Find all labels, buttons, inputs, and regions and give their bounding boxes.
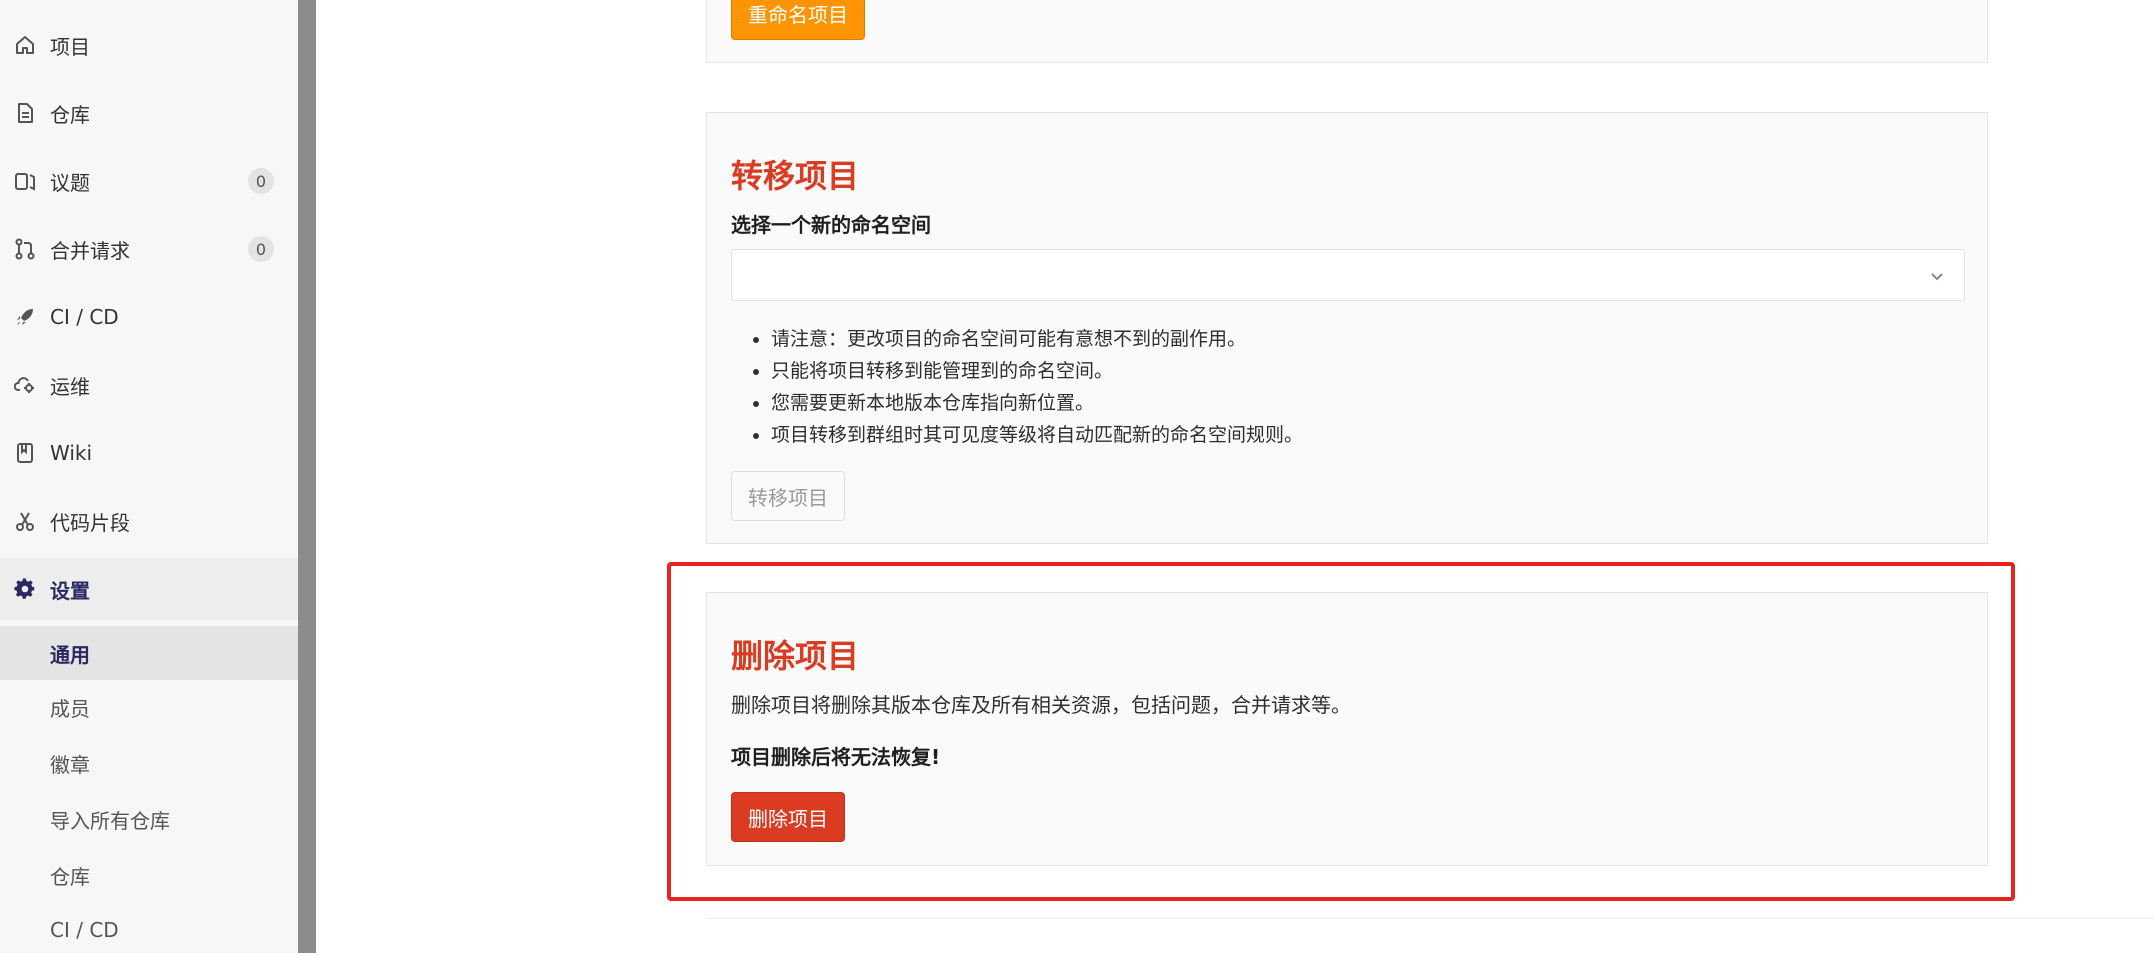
merge-requests-count-badge: 0 <box>248 236 274 262</box>
sidebar-subitem-label: 仓库 <box>50 864 90 889</box>
chevron-down-icon <box>1931 273 1943 281</box>
settings-subitem-badges[interactable]: 徽章 <box>0 736 298 790</box>
rename-project-section: 重命名项目 <box>706 0 1988 63</box>
namespace-label: 选择一个新的命名空间 <box>731 213 931 237</box>
list-item: 只能将项目转移到能管理到的命名空间。 <box>771 355 1303 387</box>
sidebar-scrollbar[interactable] <box>298 0 316 953</box>
sidebar-subitem-label: 成员 <box>50 696 90 721</box>
sidebar-item-label: 代码片段 <box>50 510 130 535</box>
home-icon <box>14 34 36 56</box>
transfer-project-title: 转移项目 <box>731 157 860 195</box>
sidebar: 项目 仓库 议题 0 合并请求 0 CI / CD 运维 Wiki 代码片段 设… <box>0 0 298 953</box>
divider <box>706 918 2154 919</box>
transfer-project-button[interactable]: 转移项目 <box>731 471 845 521</box>
sidebar-item-ci-cd[interactable]: CI / CD <box>0 286 298 348</box>
rocket-icon <box>14 306 36 328</box>
list-item: 您需要更新本地版本仓库指向新位置。 <box>771 387 1303 419</box>
gear-icon <box>14 578 36 600</box>
sidebar-item-snippets[interactable]: 代码片段 <box>0 490 298 552</box>
namespace-select[interactable] <box>731 249 1965 301</box>
merge-request-icon <box>14 238 36 260</box>
sidebar-item-label: 设置 <box>50 578 90 603</box>
rename-project-button[interactable]: 重命名项目 <box>731 0 865 40</box>
issues-icon <box>14 170 36 192</box>
sidebar-item-operations[interactable]: 运维 <box>0 354 298 416</box>
sidebar-item-label: Wiki <box>50 441 93 465</box>
sidebar-item-label: 议题 <box>50 170 90 195</box>
transfer-notes-list: 请注意：更改项目的命名空间可能有意想不到的副作用。 只能将项目转移到能管理到的命… <box>731 323 1303 451</box>
settings-subitem-import-repositories[interactable]: 导入所有仓库 <box>0 792 298 846</box>
document-icon <box>14 102 36 124</box>
settings-subitem-general[interactable]: 通用 <box>0 626 298 680</box>
sidebar-item-label: CI / CD <box>50 305 119 329</box>
list-item: 项目转移到群组时其可见度等级将自动匹配新的命名空间规则。 <box>771 419 1303 451</box>
sidebar-subitem-label: CI / CD <box>50 918 119 942</box>
sidebar-item-repository[interactable]: 仓库 <box>0 82 298 144</box>
list-item: 请注意：更改项目的命名空间可能有意想不到的副作用。 <box>771 323 1303 355</box>
sidebar-item-label: 运维 <box>50 374 90 399</box>
issues-count-badge: 0 <box>248 168 274 194</box>
sidebar-item-label: 合并请求 <box>50 238 130 263</box>
cloud-gear-icon <box>14 374 36 396</box>
settings-subitem-members[interactable]: 成员 <box>0 680 298 734</box>
sidebar-item-settings[interactable]: 设置 <box>0 558 298 620</box>
sidebar-item-project[interactable]: 项目 <box>0 14 298 76</box>
sidebar-subitem-label: 徽章 <box>50 752 90 777</box>
sidebar-item-issues[interactable]: 议题 0 <box>0 150 298 212</box>
scissors-icon <box>14 510 36 532</box>
highlight-frame <box>667 562 2015 901</box>
sidebar-item-wiki[interactable]: Wiki <box>0 422 298 484</box>
settings-subitem-ci-cd[interactable]: CI / CD <box>0 903 298 957</box>
sidebar-item-label: 项目 <box>50 34 90 59</box>
settings-subitem-repository[interactable]: 仓库 <box>0 848 298 902</box>
sidebar-item-merge-requests[interactable]: 合并请求 0 <box>0 218 298 280</box>
transfer-project-section: 转移项目 选择一个新的命名空间 请注意：更改项目的命名空间可能有意想不到的副作用… <box>706 112 1988 544</box>
sidebar-subitem-label: 导入所有仓库 <box>50 808 170 833</box>
sidebar-item-label: 仓库 <box>50 102 90 127</box>
sidebar-subitem-label: 通用 <box>50 642 90 667</box>
book-icon <box>14 442 36 464</box>
